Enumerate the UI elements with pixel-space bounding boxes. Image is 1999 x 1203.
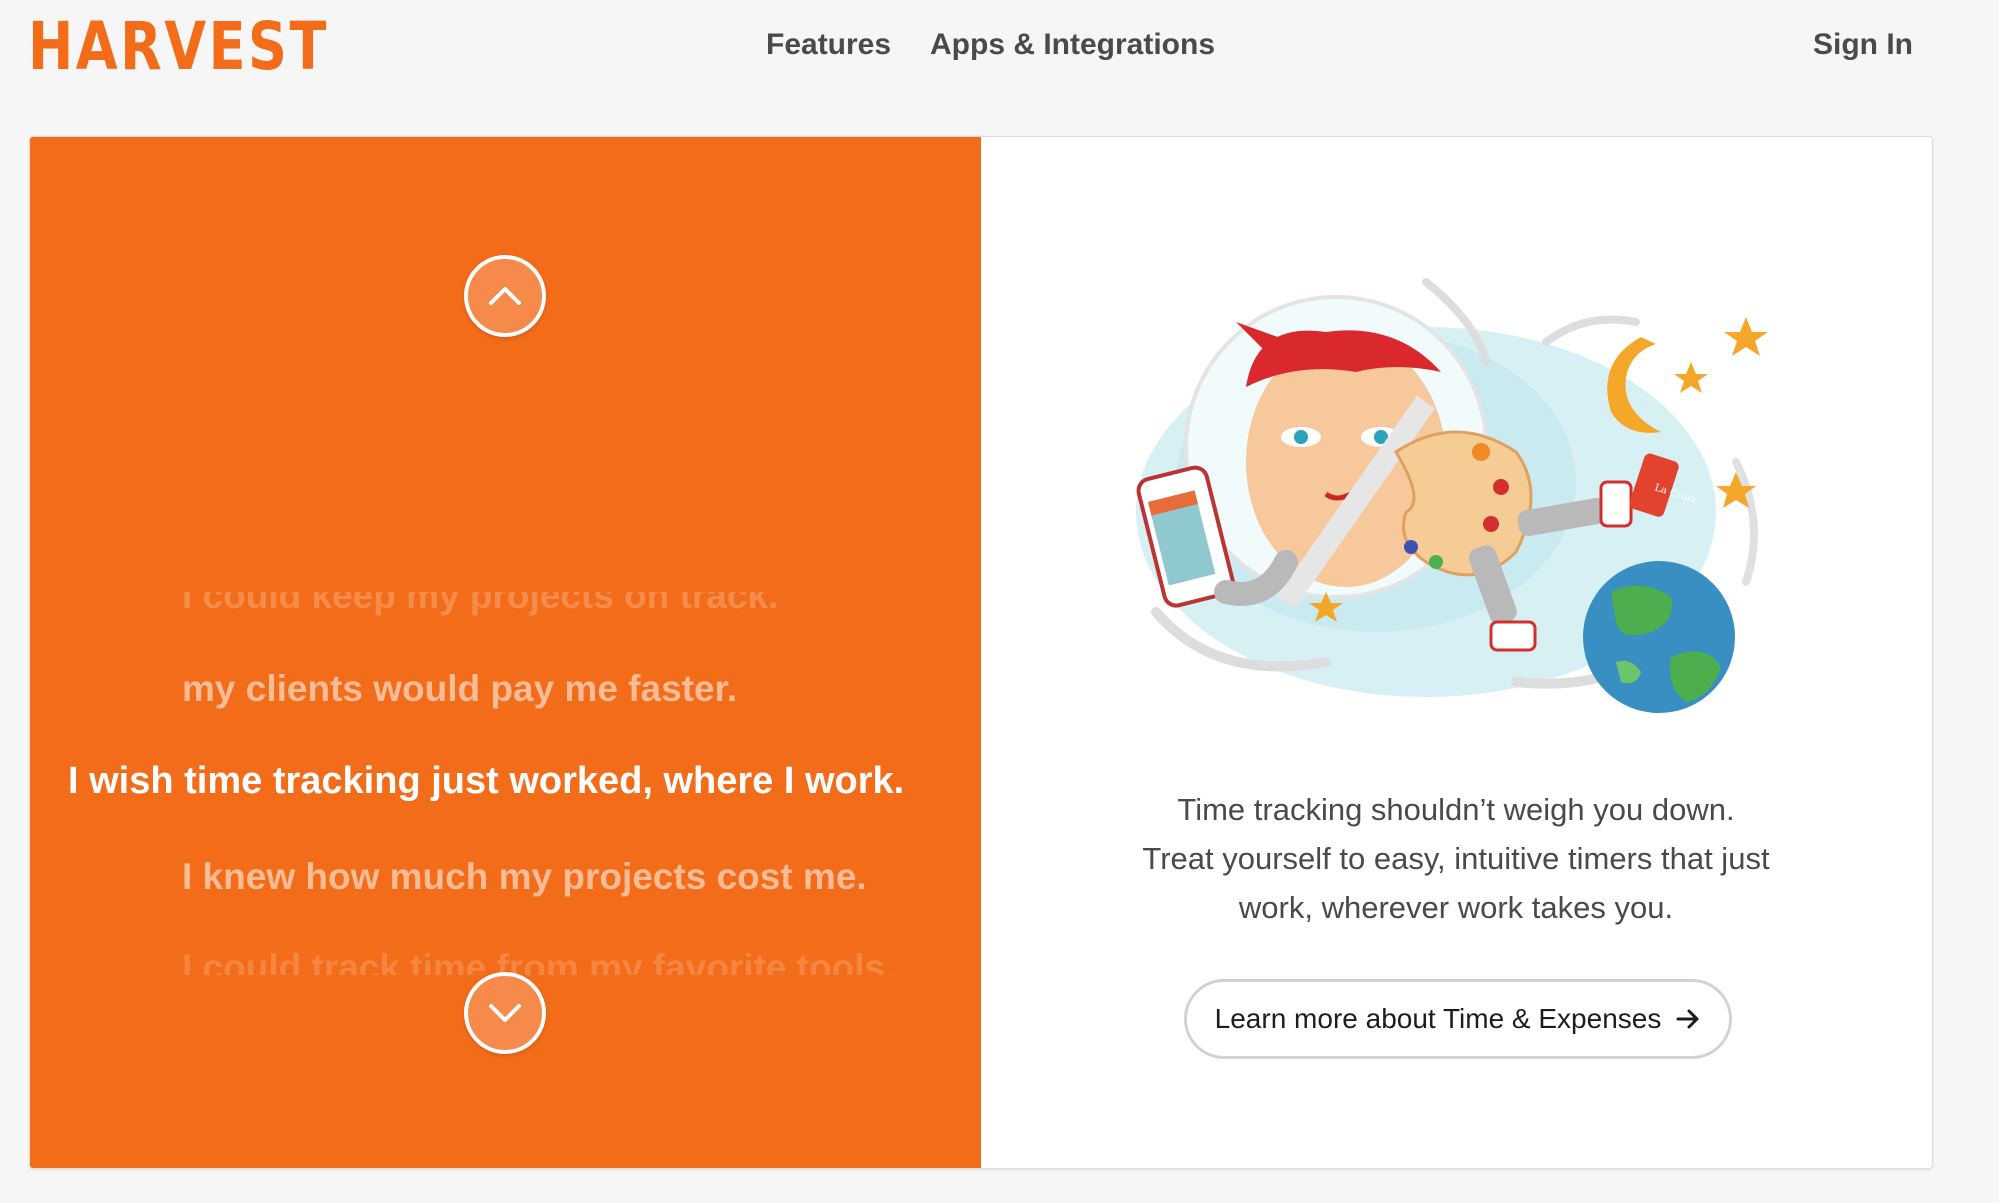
learn-more-label: Learn more about Time & Expenses bbox=[1214, 1003, 1662, 1034]
arrow-right-icon bbox=[1676, 1009, 1699, 1029]
feature-description: Time tracking shouldn’t weigh you down. … bbox=[1081, 785, 1831, 932]
astronaut-illustration: La Croix bbox=[1136, 278, 1768, 713]
description-line: Treat yourself to easy, intuitive timers… bbox=[1142, 841, 1770, 876]
description-line: Time tracking shouldn’t weigh you down. bbox=[1177, 792, 1735, 827]
hero-card: I could keep my projects on track. my cl… bbox=[29, 136, 1933, 1169]
description-line: work, wherever work takes you. bbox=[1238, 890, 1674, 925]
sign-in-link[interactable]: Sign In bbox=[1813, 28, 1913, 62]
chevron-down-icon bbox=[489, 1004, 521, 1022]
carousel-up-button[interactable] bbox=[464, 255, 546, 337]
phrase-list: I could keep my projects on track. my cl… bbox=[30, 437, 981, 1015]
phrase-item[interactable]: my clients would pay me faster. bbox=[182, 668, 737, 710]
nav-link-features[interactable]: Features bbox=[766, 28, 891, 62]
phrase-item[interactable]: I knew how much my projects cost me. bbox=[182, 856, 867, 898]
phrase-carousel-panel: I could keep my projects on track. my cl… bbox=[30, 137, 981, 1168]
feature-panel: La Croix Time tracking shouldn’t weigh y… bbox=[981, 137, 1932, 1168]
phrase-item-active[interactable]: I wish time tracking just worked, where … bbox=[68, 760, 904, 803]
top-navigation: HARVEST Features Apps & Integrations Sig… bbox=[0, 0, 1999, 110]
learn-more-button[interactable]: Learn more about Time & Expenses bbox=[1184, 979, 1732, 1059]
harvest-logo[interactable]: HARVEST bbox=[28, 8, 329, 85]
carousel-down-button[interactable] bbox=[464, 972, 546, 1054]
nav-link-apps-integrations[interactable]: Apps & Integrations bbox=[930, 28, 1215, 62]
chevron-up-icon bbox=[489, 287, 521, 305]
